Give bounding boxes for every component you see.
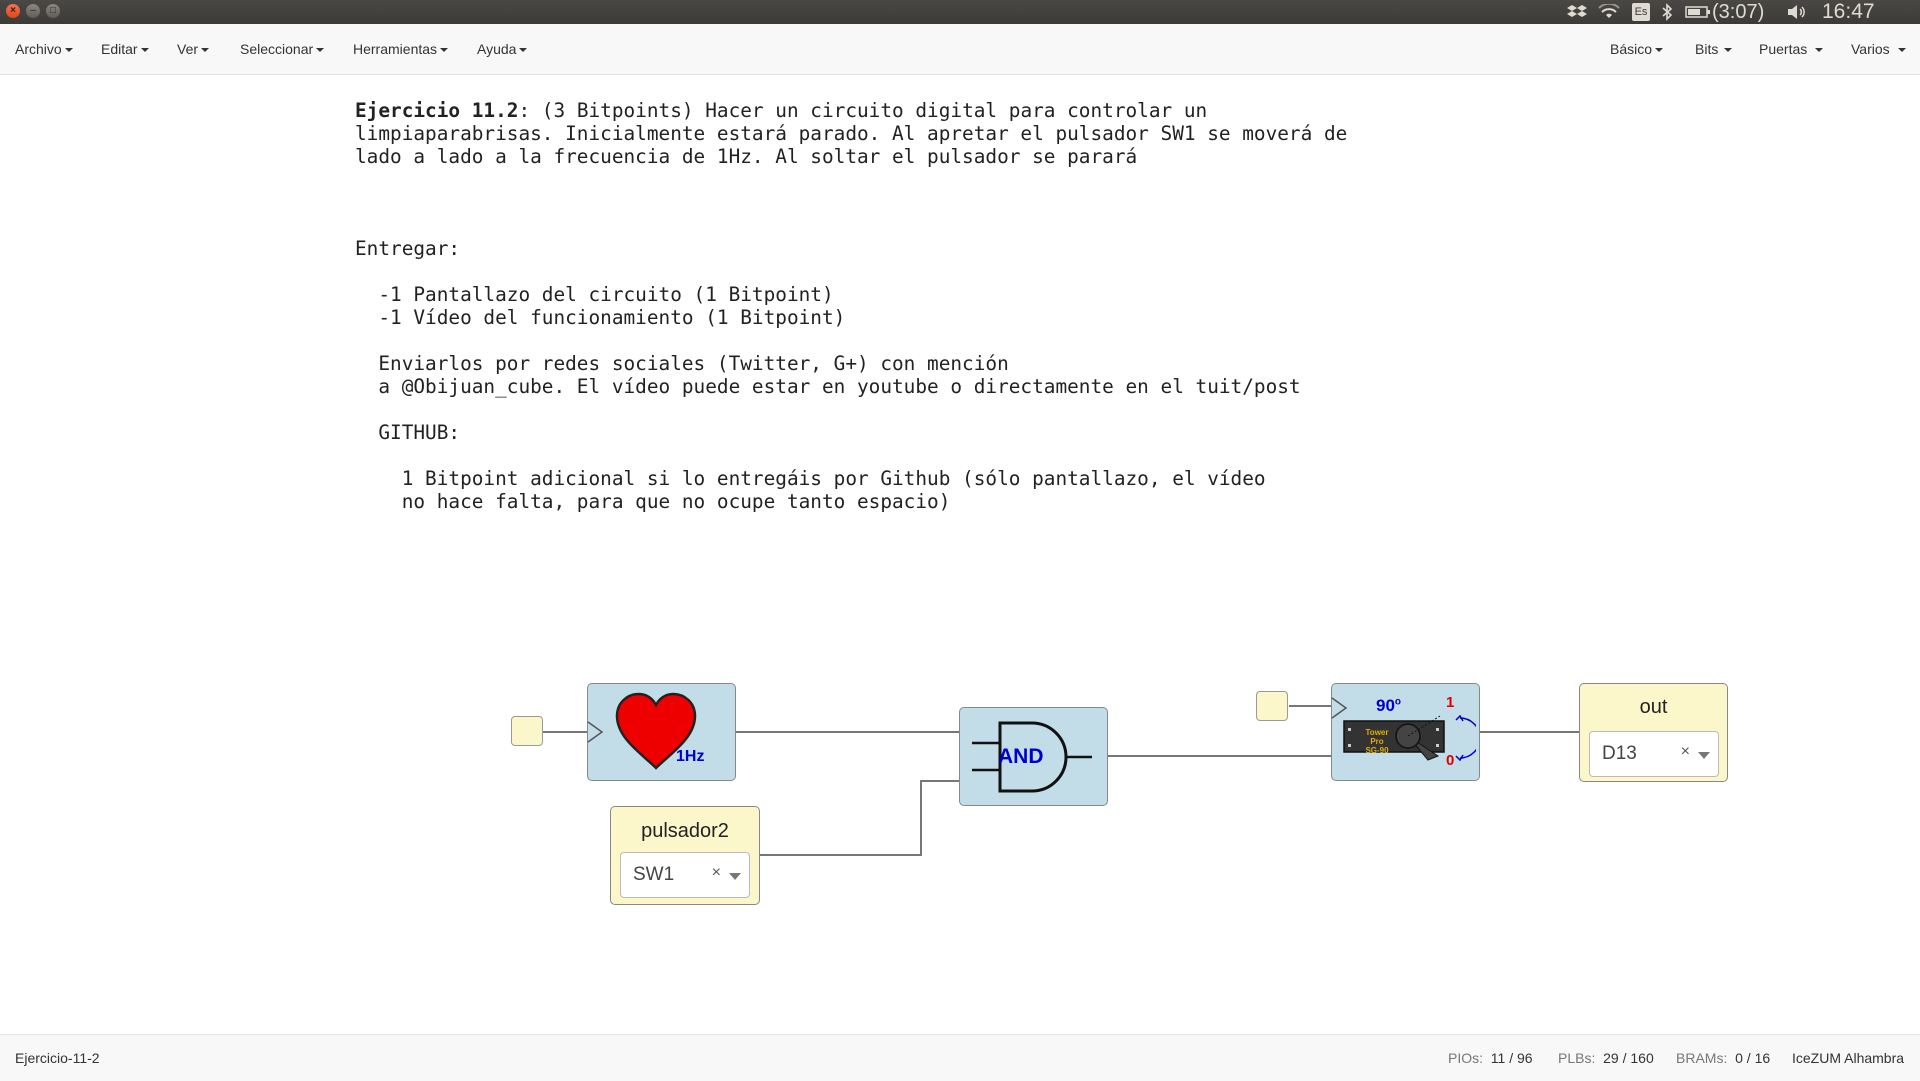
clock-input-port-icon xyxy=(587,721,604,743)
statusbar: Ejercicio-11-2 PIOs: 11 / 96 PLBs: 29 / … xyxy=(0,1034,1920,1081)
frequency-label: 1Hz xyxy=(676,748,705,765)
chevron-down-icon[interactable] xyxy=(1698,752,1710,759)
input-block-name: pulsador2 xyxy=(641,820,729,842)
chevron-down-icon[interactable] xyxy=(729,873,741,880)
and-gate-label: AND xyxy=(998,745,1044,768)
servo-block[interactable]: Tower Pro SG-90 90o 1 0 xyxy=(1331,683,1480,781)
plbs-usage: PLBs: 29 / 160 xyxy=(1558,1050,1654,1066)
brams-usage: BRAMs: 0 / 16 xyxy=(1676,1050,1771,1066)
pios-usage: PIOs: 11 / 96 xyxy=(1448,1050,1533,1066)
pin-select[interactable]: D13 × xyxy=(1589,731,1719,777)
wire[interactable] xyxy=(760,780,960,856)
clear-icon[interactable]: × xyxy=(1681,743,1690,761)
board-name: IceZUM Alhambra xyxy=(1792,1050,1905,1066)
file-name: Ejercicio-11-2 xyxy=(15,1050,100,1066)
heart-1hz-block[interactable]: 1Hz xyxy=(587,683,736,781)
constant-input-block[interactable] xyxy=(511,716,543,746)
servo-brand-label: Tower Pro SG-90 xyxy=(1365,728,1389,755)
servo-position-zero: 0 xyxy=(1446,752,1455,769)
pin-select[interactable]: SW1 × xyxy=(620,852,750,898)
clear-icon[interactable]: × xyxy=(712,864,721,882)
output-block-name: out xyxy=(1639,696,1668,718)
servo-angle-label: 90o xyxy=(1376,696,1402,715)
output-pin-block[interactable]: out D13 × xyxy=(1579,683,1728,782)
and-gate-block[interactable]: AND xyxy=(959,707,1108,806)
constant-input-block[interactable] xyxy=(1256,691,1288,721)
input-pin-block[interactable]: pulsador2 SW1 × xyxy=(610,806,760,905)
pin-select-value: D13 xyxy=(1602,743,1637,764)
servo-position-one: 1 xyxy=(1446,694,1455,711)
pin-select-value: SW1 xyxy=(633,864,675,885)
circuit-wires xyxy=(543,705,1580,856)
